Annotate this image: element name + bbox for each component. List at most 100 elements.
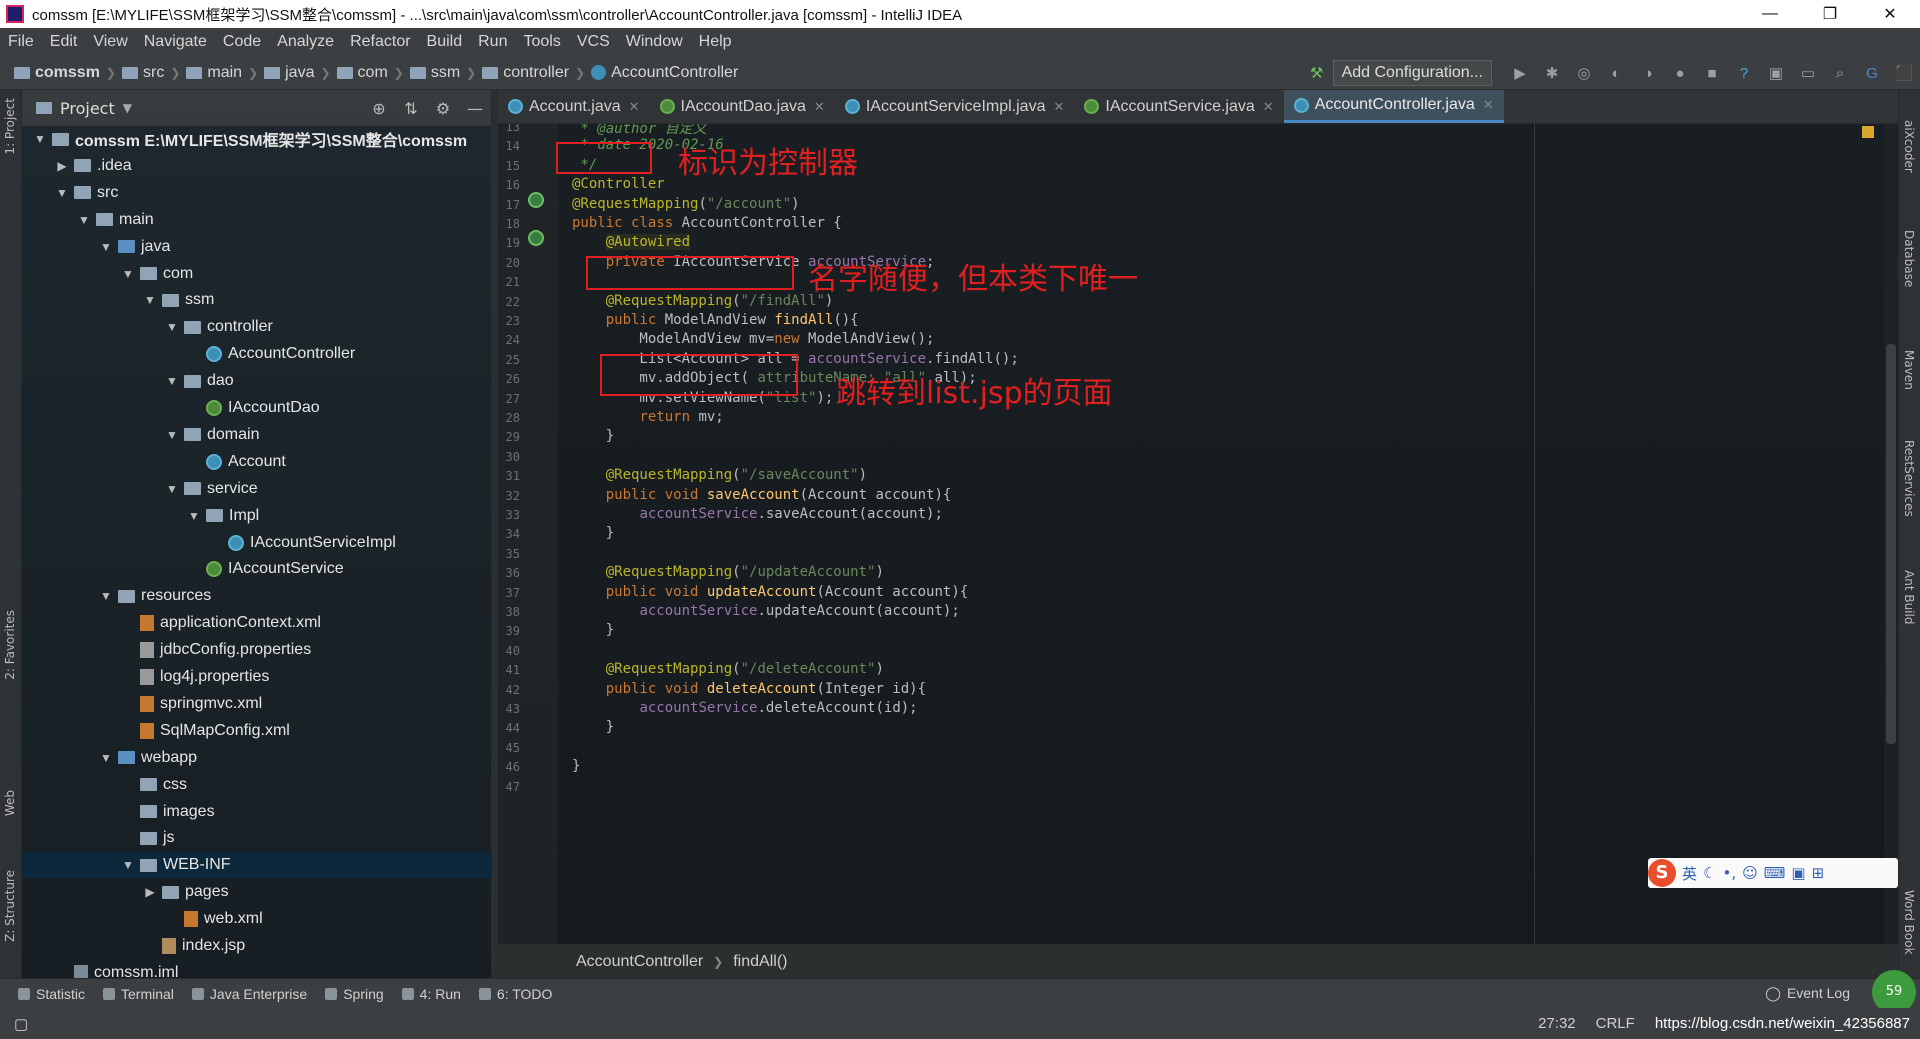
collapse-all-icon[interactable]: ⇅ bbox=[395, 99, 427, 118]
maximize-button[interactable]: ❐ bbox=[1800, 4, 1860, 24]
editor-tab[interactable]: IAccountService.java ✕ bbox=[1074, 90, 1283, 123]
tree-item[interactable]: ▼ main bbox=[22, 207, 492, 233]
tree-item[interactable]: applicationContext.xml bbox=[22, 610, 492, 636]
bottom-tool-spring[interactable]: Spring bbox=[325, 986, 384, 1002]
chevron-right-icon[interactable]: ▶ bbox=[142, 885, 158, 899]
chevron-down-icon[interactable]: ▼ bbox=[164, 482, 180, 496]
chevron-down-icon[interactable]: ▼ bbox=[76, 213, 92, 227]
close-tab-icon[interactable]: ✕ bbox=[1053, 99, 1064, 115]
code-line[interactable]: public void deleteAccount(Integer id){ bbox=[572, 681, 926, 697]
search-icon[interactable]: ⌕ bbox=[1830, 63, 1850, 83]
debug-icon[interactable]: ✱ bbox=[1542, 63, 1562, 83]
nav-crumb-accountcontroller[interactable]: AccountController bbox=[585, 64, 744, 82]
tree-item[interactable]: ▶ .idea bbox=[22, 153, 492, 179]
tool-windows-toggle-icon[interactable]: ▢ bbox=[14, 1015, 28, 1033]
project-structure-icon[interactable]: ▣ bbox=[1766, 63, 1786, 83]
code-line[interactable]: @RequestMapping("/account") bbox=[572, 196, 800, 212]
code-line[interactable]: accountService.updateAccount(account); bbox=[572, 603, 959, 619]
spring-bean-gutter-icon[interactable] bbox=[528, 192, 544, 208]
record-icon[interactable]: ■ bbox=[1702, 63, 1722, 83]
autowired-gutter-icon[interactable] bbox=[528, 230, 544, 246]
tree-item[interactable]: ▼ WEB-INF bbox=[22, 852, 492, 879]
close-tab-icon[interactable]: ✕ bbox=[1483, 97, 1494, 113]
nav-crumb-java[interactable]: java bbox=[258, 64, 320, 82]
menu-run[interactable]: Run bbox=[470, 33, 515, 51]
code-line[interactable]: ModelAndView mv=new ModelAndView(); bbox=[572, 331, 934, 347]
close-tab-icon[interactable]: ✕ bbox=[629, 99, 640, 115]
code-line[interactable]: @RequestMapping("/findAll") bbox=[572, 293, 834, 309]
emoji-icon[interactable]: ☺ bbox=[1742, 864, 1758, 882]
maven-tool-tab[interactable]: Maven bbox=[1902, 350, 1916, 390]
code-line[interactable]: public ModelAndView findAll(){ bbox=[572, 312, 859, 328]
editor-tab[interactable]: IAccountServiceImpl.java ✕ bbox=[835, 90, 1075, 123]
chevron-down-icon[interactable]: ▼ bbox=[142, 293, 158, 307]
tree-item[interactable]: log4j.properties bbox=[22, 664, 492, 690]
menu-analyze[interactable]: Analyze bbox=[269, 33, 342, 51]
menu-navigate[interactable]: Navigate bbox=[136, 33, 215, 51]
restservices-tool-tab[interactable]: RestServices bbox=[1902, 440, 1916, 517]
gear-icon[interactable]: ⚙ bbox=[427, 99, 459, 118]
database-tool-tab[interactable]: Database bbox=[1902, 230, 1916, 287]
chevron-down-icon[interactable]: ▼ bbox=[98, 240, 114, 254]
tree-item[interactable]: web.xml bbox=[22, 906, 492, 932]
tree-item[interactable]: SqlMapConfig.xml bbox=[22, 718, 492, 744]
bottom-tool-6-todo[interactable]: 6: TODO bbox=[478, 986, 552, 1002]
tree-item[interactable]: ▼ webapp bbox=[22, 745, 492, 771]
code-line[interactable]: } bbox=[572, 758, 580, 774]
close-button[interactable]: ✕ bbox=[1860, 4, 1920, 24]
menu-help[interactable]: Help bbox=[691, 33, 740, 51]
code-line[interactable]: public class AccountController { bbox=[572, 215, 842, 231]
web-tool-tab[interactable]: Web bbox=[3, 790, 17, 816]
nav-crumb-main[interactable]: main bbox=[180, 64, 248, 82]
input-method-bar[interactable]: S 英 ☾ •, ☺ ⌨ ▣ ⊞ bbox=[1648, 858, 1898, 888]
close-tab-icon[interactable]: ✕ bbox=[1263, 99, 1274, 115]
tree-item[interactable]: IAccountServiceImpl bbox=[22, 530, 492, 556]
tree-item[interactable]: ▼ src bbox=[22, 180, 492, 206]
chevron-down-icon[interactable]: ▼ bbox=[164, 320, 180, 334]
chevron-down-icon[interactable]: ▼ bbox=[32, 132, 48, 146]
code-line[interactable]: } bbox=[572, 622, 614, 638]
code-line[interactable]: @Autowired bbox=[572, 234, 691, 251]
code-line[interactable]: @RequestMapping("/updateAccount") bbox=[572, 564, 884, 580]
chevron-down-icon[interactable]: ▼ bbox=[123, 101, 132, 115]
nav-crumb-ssm[interactable]: ssm bbox=[404, 64, 466, 82]
plugin-icon[interactable]: ⬛ bbox=[1894, 63, 1914, 83]
close-tab-icon[interactable]: ✕ bbox=[814, 99, 825, 115]
help-icon[interactable]: ? bbox=[1734, 63, 1754, 83]
bottom-tool-statistic[interactable]: Statistic bbox=[18, 986, 85, 1002]
tree-item[interactable]: ▼ resources bbox=[22, 583, 492, 609]
menu-edit[interactable]: Edit bbox=[42, 33, 86, 51]
toolbox-icon[interactable]: ⊞ bbox=[1812, 864, 1825, 882]
structure-tool-tab[interactable]: Z: Structure bbox=[3, 870, 17, 942]
chevron-down-icon[interactable]: ▼ bbox=[120, 267, 136, 281]
project-panel-title[interactable]: Project bbox=[60, 99, 115, 118]
code-line[interactable]: accountService.saveAccount(account); bbox=[572, 506, 942, 522]
tree-item[interactable]: ▼ controller bbox=[22, 314, 492, 340]
event-log-button[interactable]: ◯ Event Log bbox=[1765, 978, 1850, 1008]
code-line[interactable]: * @author 自定义 bbox=[572, 124, 706, 138]
nav-crumb-controller[interactable]: controller bbox=[476, 64, 575, 82]
aixcoder-tool-tab[interactable]: aiXcoder bbox=[1902, 120, 1916, 173]
bottom-tool-java-enterprise[interactable]: Java Enterprise bbox=[191, 986, 307, 1002]
tree-item[interactable]: AccountController bbox=[22, 341, 492, 367]
tree-item[interactable]: css bbox=[22, 772, 492, 798]
code-line[interactable]: public void updateAccount(Account accoun… bbox=[572, 584, 968, 600]
skin-icon[interactable]: ▣ bbox=[1791, 864, 1805, 882]
tree-item[interactable]: ▶ pages bbox=[22, 879, 492, 905]
add-configuration-button[interactable]: Add Configuration... bbox=[1332, 60, 1492, 86]
stop-icon[interactable]: ● bbox=[1670, 63, 1690, 83]
code-line[interactable]: return mv; bbox=[572, 409, 723, 425]
nav-crumb-com[interactable]: com bbox=[331, 64, 394, 82]
chevron-down-icon[interactable]: ▼ bbox=[98, 751, 114, 765]
warning-marker-icon[interactable] bbox=[1862, 126, 1874, 138]
tree-item[interactable]: ▼ com bbox=[22, 261, 492, 287]
nav-crumb-src[interactable]: src bbox=[116, 64, 170, 82]
menu-refactor[interactable]: Refactor bbox=[342, 33, 418, 51]
coverage-icon[interactable]: ◎ bbox=[1574, 63, 1594, 83]
moon-icon[interactable]: ☾ bbox=[1703, 864, 1716, 882]
attach-icon[interactable]: ◑ bbox=[1638, 63, 1658, 83]
menu-view[interactable]: View bbox=[85, 33, 135, 51]
tree-item[interactable]: ▼ Impl bbox=[22, 503, 492, 529]
editor-scrollbar[interactable] bbox=[1884, 124, 1898, 944]
code-line[interactable]: public void saveAccount(Account account)… bbox=[572, 487, 952, 503]
